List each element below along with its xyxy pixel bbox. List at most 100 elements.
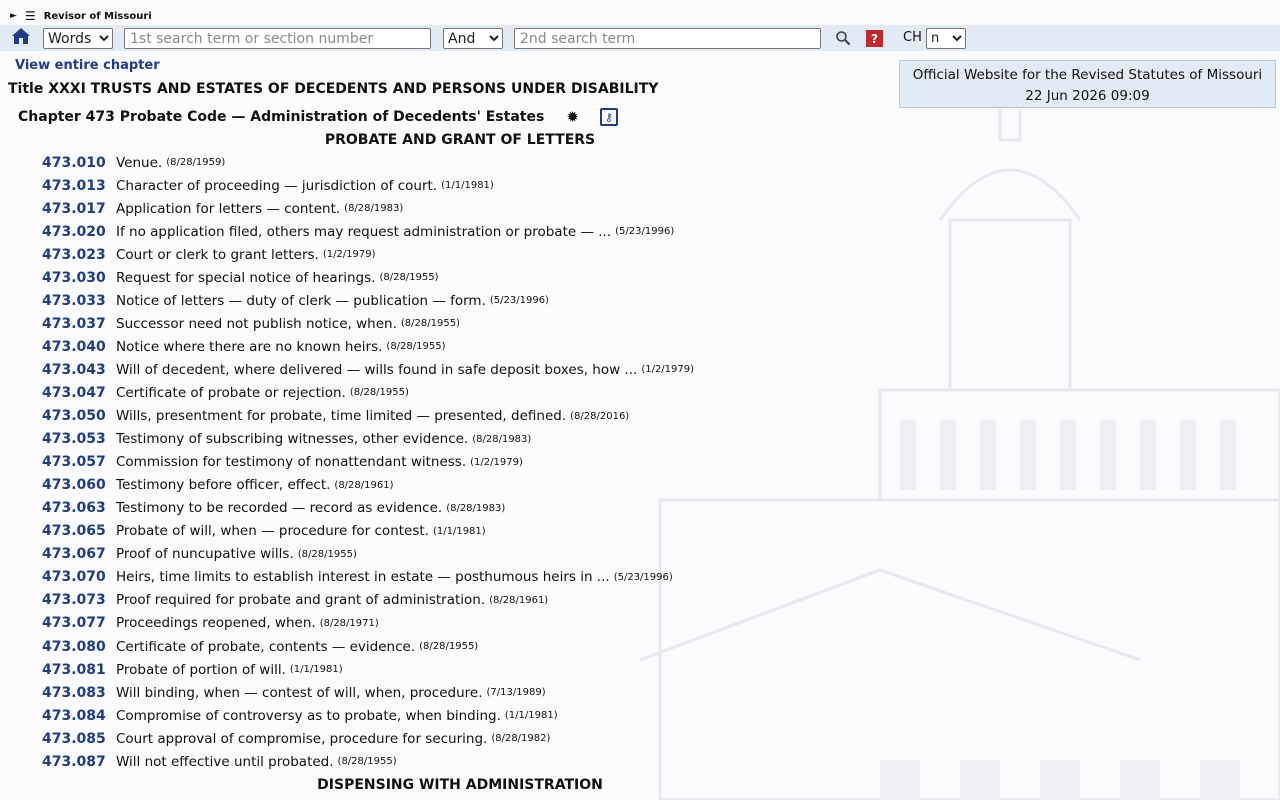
section-title: Character of proceeding — jurisdiction o… xyxy=(116,177,438,194)
star-icon[interactable]: ✹ xyxy=(566,108,579,126)
section-number-link[interactable]: 473.047 xyxy=(42,385,116,401)
section-title: Compromise of controversy as to probate,… xyxy=(116,707,501,724)
section-effective-date: (1/2/1979) xyxy=(322,249,376,261)
section-row: 473.017 Application for letters — content… xyxy=(0,197,694,220)
section-number-link[interactable]: 473.040 xyxy=(42,339,116,355)
section-number-link[interactable]: 473.067 xyxy=(42,546,116,562)
section-number-link[interactable]: 473.083 xyxy=(42,685,116,701)
section-number-link[interactable]: 473.065 xyxy=(42,523,116,539)
section-row: 473.084 Compromise of controversy as to p… xyxy=(0,704,694,727)
section-effective-date: (8/28/1961) xyxy=(489,594,549,606)
section-effective-date: (1/1/1981) xyxy=(441,180,494,192)
first-search-term-input[interactable] xyxy=(124,28,431,49)
section-title: Proceedings reopened, when. xyxy=(116,615,316,632)
section-group-heading: DISPENSING WITH ADMINISTRATION xyxy=(317,777,603,793)
section-title: Testimony before officer, effect. xyxy=(116,477,331,494)
section-number-link[interactable]: 473.077 xyxy=(42,615,116,631)
section-row: 473.065 Probate of will, when — procedure… xyxy=(0,520,694,543)
section-title: Successor need not publish notice, when. xyxy=(116,315,397,332)
section-number-link[interactable]: 473.010 xyxy=(42,155,116,171)
hamburger-menu-icon[interactable]: ☰ xyxy=(25,9,36,23)
section-number-link[interactable]: 473.057 xyxy=(42,454,116,470)
section-title: Court or clerk to grant letters. xyxy=(116,246,319,263)
section-effective-date: (8/28/1955) xyxy=(379,272,439,284)
second-search-term-input[interactable] xyxy=(514,28,821,49)
section-row: 473.020 If no application filed, others m… xyxy=(0,220,694,243)
section-number-link[interactable]: 473.084 xyxy=(42,708,116,724)
section-title: Proof required for probate and grant of … xyxy=(116,592,486,609)
section-number-link[interactable]: 473.070 xyxy=(42,569,116,585)
section-title: Wills, presentment for probate, time lim… xyxy=(116,408,567,425)
search-icon[interactable] xyxy=(835,30,851,46)
section-number-link[interactable]: 473.023 xyxy=(42,247,116,263)
section-number-link[interactable]: 473.063 xyxy=(42,500,116,516)
section-effective-date: (8/28/1955) xyxy=(297,548,357,560)
section-row: 473.050 Wills, presentment for probate, t… xyxy=(0,405,694,428)
section-number-link[interactable]: 473.033 xyxy=(42,293,116,309)
search-operator-select[interactable]: And xyxy=(443,28,503,49)
section-effective-date: (1/2/1979) xyxy=(641,364,695,376)
section-row: 473.070 Heirs, time limits to establish i… xyxy=(0,566,694,589)
chapter-heading-row: Chapter 473 Probate Code — Administratio… xyxy=(18,108,618,126)
section-number-link[interactable]: 473.073 xyxy=(42,592,116,608)
help-icon[interactable]: ? xyxy=(866,30,883,47)
section-row: 473.087 Will not effective until probated… xyxy=(0,750,694,773)
section-effective-date: (8/28/1983) xyxy=(472,433,532,445)
section-number-link[interactable]: 473.017 xyxy=(42,201,116,217)
expand-triangle-icon[interactable]: ► xyxy=(10,11,17,21)
section-effective-date: (8/28/1955) xyxy=(400,318,460,330)
chapter-filter-select[interactable]: n xyxy=(926,28,966,49)
section-row: 473.083 Will binding, when — contest of w… xyxy=(0,681,694,704)
section-effective-date: (8/28/1961) xyxy=(334,479,394,491)
section-title: If no application filed, others may requ… xyxy=(116,223,612,240)
section-title: Probate of portion of will. xyxy=(116,661,286,678)
section-effective-date: (8/28/1983) xyxy=(344,203,404,215)
section-row: 473.023 Court or clerk to grant letters.(… xyxy=(0,243,694,266)
section-number-link[interactable]: 473.030 xyxy=(42,270,116,286)
section-row: 473.040 Notice where there are no known h… xyxy=(0,335,694,358)
section-row: 473.013 Character of proceeding — jurisdi… xyxy=(0,174,694,197)
section-effective-date: (8/28/1955) xyxy=(419,641,479,652)
section-title: Notice of letters — duty of clerk — publ… xyxy=(116,292,486,309)
section-title: Venue. xyxy=(116,154,163,171)
section-row: 473.060 Testimony before officer, effect.… xyxy=(0,474,694,497)
section-effective-date: (7/13/1989) xyxy=(486,687,546,699)
section-effective-date: (8/28/1955) xyxy=(349,387,409,399)
section-number-link[interactable]: 473.060 xyxy=(42,477,116,493)
view-entire-chapter-link[interactable]: View entire chapter xyxy=(15,58,160,73)
section-number-link[interactable]: 473.020 xyxy=(42,224,116,240)
section-number-link[interactable]: 473.050 xyxy=(42,408,116,424)
section-title: Proof of nuncupative wills. xyxy=(116,546,294,563)
section-title: Application for letters — content. xyxy=(116,200,341,217)
section-row: 473.053 Testimony of subscribing witnesse… xyxy=(0,428,694,451)
section-number-link[interactable]: 473.053 xyxy=(42,431,116,447)
section-title: Heirs, time limits to establish interest… xyxy=(116,569,610,586)
section-title: Notice where there are no known heirs. xyxy=(116,338,383,355)
section-row: 473.033 Notice of letters — duty of clerk… xyxy=(0,289,694,312)
chapter-filter-label: CH xyxy=(903,30,922,45)
section-title: Testimony of subscribing witnesses, othe… xyxy=(116,431,469,448)
key-icon[interactable]: ⚷ xyxy=(599,108,618,126)
section-row: 473.081 Probate of portion of will. (1/1/1… xyxy=(0,658,694,681)
section-effective-date: (8/28/1983) xyxy=(446,502,506,514)
chapter-heading: Chapter 473 Probate Code — Administratio… xyxy=(18,109,545,125)
home-icon[interactable] xyxy=(11,26,31,46)
section-number-link[interactable]: 473.085 xyxy=(42,731,116,747)
section-row: 473.073 Proof required for probate and gr… xyxy=(0,589,694,612)
section-list: 473.010 Venue. (8/28/1959) 473.013 Character… xyxy=(0,151,694,773)
section-number-link[interactable]: 473.037 xyxy=(42,316,116,332)
section-number-link[interactable]: 473.013 xyxy=(42,178,116,194)
search-mode-select[interactable]: Words xyxy=(43,28,113,49)
search-bar: Words And ? CH n xyxy=(0,25,1280,51)
section-title: Commission for testimony of nonattendant… xyxy=(116,454,467,471)
section-row: 473.047 Certificate of probate or rejecti… xyxy=(0,381,694,404)
section-row: 473.057 Commission for testimony of nonat… xyxy=(0,451,694,474)
section-group-heading: PROBATE AND GRANT OF LETTERS xyxy=(324,132,596,148)
section-number-link[interactable]: 473.080 xyxy=(42,639,116,655)
section-effective-date: (8/28/1971) xyxy=(319,617,379,629)
section-effective-date: (1/1/1981) xyxy=(432,525,486,537)
section-number-link[interactable]: 473.081 xyxy=(42,662,116,678)
section-number-link[interactable]: 473.087 xyxy=(42,754,116,770)
section-number-link[interactable]: 473.043 xyxy=(42,362,116,378)
official-website-text: Official Website for the Revised Statute… xyxy=(912,67,1263,83)
